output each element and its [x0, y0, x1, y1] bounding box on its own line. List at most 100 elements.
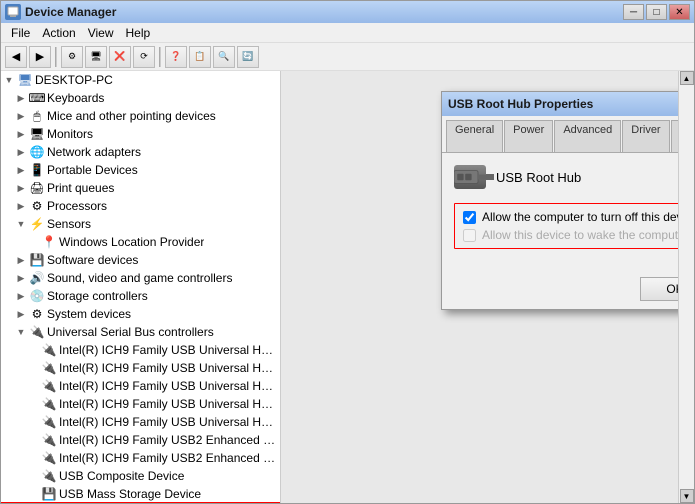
mice-icon: 🖱	[29, 108, 45, 124]
location-label: Windows Location Provider	[59, 235, 204, 249]
keyboards-expander[interactable]: ▶	[15, 92, 27, 104]
menu-file[interactable]: File	[5, 24, 36, 42]
ich9-7-label: Intel(R) ICH9 Family USB2 Enhanced Host …	[59, 451, 278, 465]
properties-button[interactable]: ⚙	[61, 46, 83, 68]
ich9-2-expander: ▶	[27, 362, 39, 374]
tree-item-system[interactable]: ▶ ⚙ System devices	[1, 305, 280, 323]
keyboard-icon: ⌨	[29, 90, 45, 106]
tree-item-ich9-1[interactable]: ▶ 🔌 Intel(R) ICH9 Family USB Universal H…	[1, 341, 280, 359]
content-area: ▼ 🖥 DESKTOP-PC ▶ ⌨ Keyboards ▶ 🖱 Mice an…	[1, 71, 694, 503]
view-resources-button[interactable]: 🔍	[213, 46, 235, 68]
refresh-button[interactable]: 🔄	[237, 46, 259, 68]
back-button[interactable]: ◀	[5, 46, 27, 68]
main-window: Device Manager ─ □ ✕ File Action View He…	[0, 0, 695, 504]
minimize-button[interactable]: ─	[623, 4, 644, 20]
tree-item-software[interactable]: ▶ 💾 Software devices	[1, 251, 280, 269]
tree-item-ich9-3[interactable]: ▶ 🔌 Intel(R) ICH9 Family USB Universal H…	[1, 377, 280, 395]
menu-help[interactable]: Help	[120, 24, 157, 42]
properties-dialog: USB Root Hub Properties ✕ General Power …	[441, 91, 694, 310]
tree-item-sensors[interactable]: ▼ ⚡ Sensors	[1, 215, 280, 233]
ich9-5-icon: 🔌	[41, 414, 57, 430]
right-scrollbar[interactable]: ▲ ▼	[678, 71, 694, 503]
print-label: Print queues	[47, 181, 114, 195]
tree-item-ich9-5[interactable]: ▶ 🔌 Intel(R) ICH9 Family USB Universal H…	[1, 413, 280, 431]
storage-expander[interactable]: ▶	[15, 290, 27, 302]
sensors-expander[interactable]: ▼	[15, 218, 27, 230]
view-devices-button[interactable]: 📋	[189, 46, 211, 68]
toolbar: ◀ ▶ ⚙ 🖥 ❌ ⟳ ❓ 📋 🔍 🔄	[1, 43, 694, 71]
print-expander[interactable]: ▶	[15, 182, 27, 194]
uninstall-button[interactable]: ❌	[109, 46, 131, 68]
ich9-7-expander: ▶	[27, 452, 39, 464]
scrollbar-up[interactable]: ▲	[680, 71, 694, 85]
usb-expander[interactable]: ▼	[15, 326, 27, 338]
system-expander[interactable]: ▶	[15, 308, 27, 320]
tree-item-ich9-2[interactable]: ▶ 🔌 Intel(R) ICH9 Family USB Universal H…	[1, 359, 280, 377]
tab-driver[interactable]: Driver	[622, 120, 669, 152]
tree-item-composite[interactable]: ▶ 🔌 USB Composite Device	[1, 467, 280, 485]
sound-expander[interactable]: ▶	[15, 272, 27, 284]
tree-item-ich9-7[interactable]: ▶ 🔌 Intel(R) ICH9 Family USB2 Enhanced H…	[1, 449, 280, 467]
network-icon: 🌐	[29, 144, 45, 160]
close-button[interactable]: ✕	[669, 4, 690, 20]
tree-item-keyboards[interactable]: ▶ ⌨ Keyboards	[1, 89, 280, 107]
tab-general[interactable]: General	[446, 120, 503, 152]
scan-button[interactable]: ⟳	[133, 46, 155, 68]
tree-item-location[interactable]: ▶ 📍 Windows Location Provider	[1, 233, 280, 251]
menu-action[interactable]: Action	[36, 24, 81, 42]
tree-item-monitors[interactable]: ▶ 🖥 Monitors	[1, 125, 280, 143]
tree-item-usb[interactable]: ▼ 🔌 Universal Serial Bus controllers	[1, 323, 280, 341]
tree-item-storage[interactable]: ▶ 💿 Storage controllers	[1, 287, 280, 305]
tree-item-portable[interactable]: ▶ 📱 Portable Devices	[1, 161, 280, 179]
tree-item-mice[interactable]: ▶ 🖱 Mice and other pointing devices	[1, 107, 280, 125]
ich9-5-expander: ▶	[27, 416, 39, 428]
help-button[interactable]: ❓	[165, 46, 187, 68]
toolbar-separator-2	[159, 47, 161, 67]
system-icon: ⚙	[29, 306, 45, 322]
tab-advanced[interactable]: Advanced	[554, 120, 621, 152]
maximize-button[interactable]: □	[646, 4, 667, 20]
tree-item-mass[interactable]: ▶ 💾 USB Mass Storage Device	[1, 485, 280, 503]
tree-item-network[interactable]: ▶ 🌐 Network adapters	[1, 143, 280, 161]
processors-expander[interactable]: ▶	[15, 200, 27, 212]
forward-button[interactable]: ▶	[29, 46, 51, 68]
tree-item-ich9-6[interactable]: ▶ 🔌 Intel(R) ICH9 Family USB2 Enhanced H…	[1, 431, 280, 449]
network-expander[interactable]: ▶	[15, 146, 27, 158]
scrollbar-down[interactable]: ▼	[680, 489, 694, 503]
tab-power[interactable]: Power	[504, 120, 553, 152]
dialog-buttons: OK Cancel	[442, 269, 694, 309]
tree-root[interactable]: ▼ 🖥 DESKTOP-PC	[1, 71, 280, 89]
allow-turnoff-label[interactable]: Allow the computer to turn off this devi…	[482, 210, 694, 224]
tree-item-processors[interactable]: ▶ ⚙ Processors	[1, 197, 280, 215]
ich9-1-icon: 🔌	[41, 342, 57, 358]
tree-item-ich9-4[interactable]: ▶ 🔌 Intel(R) ICH9 Family USB Universal H…	[1, 395, 280, 413]
update-driver-button[interactable]: 🖥	[85, 46, 107, 68]
sound-icon: 🔊	[29, 270, 45, 286]
software-icon: 💾	[29, 252, 45, 268]
software-expander[interactable]: ▶	[15, 254, 27, 266]
tree-item-print[interactable]: ▶ 🖨 Print queues	[1, 179, 280, 197]
tree-panel[interactable]: ▼ 🖥 DESKTOP-PC ▶ ⌨ Keyboards ▶ 🖱 Mice an…	[1, 71, 281, 503]
ich9-1-expander: ▶	[27, 344, 39, 356]
allow-wake-checkbox[interactable]	[463, 229, 476, 242]
device-icon	[454, 165, 486, 189]
portable-label: Portable Devices	[47, 163, 138, 177]
window-title: Device Manager	[25, 5, 116, 19]
sound-label: Sound, video and game controllers	[47, 271, 232, 285]
dialog-title: USB Root Hub Properties	[448, 97, 593, 111]
menu-view[interactable]: View	[82, 24, 120, 42]
system-label: System devices	[47, 307, 131, 321]
monitors-expander[interactable]: ▶	[15, 128, 27, 140]
allow-turnoff-checkbox[interactable]	[463, 211, 476, 224]
root-expander[interactable]: ▼	[3, 74, 15, 86]
storage-label: Storage controllers	[47, 289, 148, 303]
location-expander: ▶	[27, 236, 39, 248]
ich9-2-icon: 🔌	[41, 360, 57, 376]
portable-icon: 📱	[29, 162, 45, 178]
mice-expander[interactable]: ▶	[15, 110, 27, 122]
tree-item-sound[interactable]: ▶ 🔊 Sound, video and game controllers	[1, 269, 280, 287]
processors-icon: ⚙	[29, 198, 45, 214]
ich9-1-label: Intel(R) ICH9 Family USB Universal Host …	[59, 343, 278, 357]
portable-expander[interactable]: ▶	[15, 164, 27, 176]
title-bar-left: Device Manager	[5, 4, 116, 20]
